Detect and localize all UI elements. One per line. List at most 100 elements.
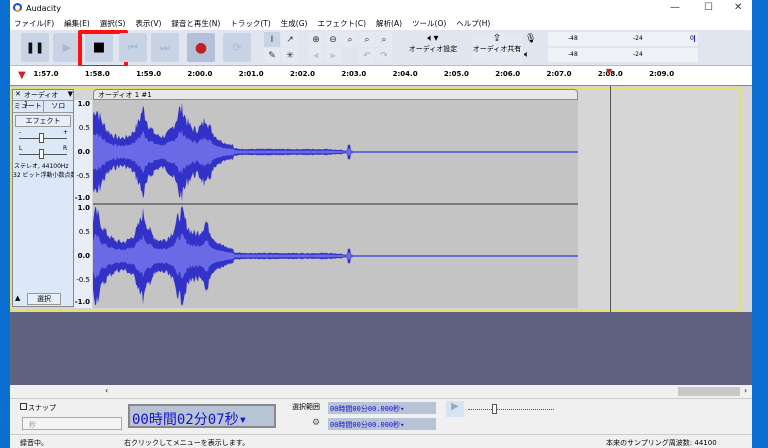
zoom-toggle-button[interactable]: ⌕ — [376, 32, 392, 47]
play-head-icon[interactable]: ▼ — [18, 70, 26, 81]
meter-label: -24 — [633, 35, 643, 42]
microphone-icon[interactable]: 🎙︎ — [525, 34, 536, 44]
solo-button[interactable]: ソロ — [44, 101, 74, 112]
track-format: ステレオ, 44100Hz — [14, 163, 69, 170]
ruler-tick: 2:05.0 — [443, 70, 469, 78]
track-name[interactable]: オーディオ 1 — [24, 90, 65, 108]
selection-range-label: 選択範囲 — [292, 403, 320, 411]
menu-edit[interactable]: 編集(E) — [64, 18, 90, 29]
scroll-left-icon[interactable]: ‹ — [105, 386, 108, 395]
close-track-icon[interactable]: ✕ — [15, 90, 21, 100]
redo-icon: ↷ — [380, 50, 388, 61]
share-audio-label: オーディオ共有 — [472, 45, 522, 53]
ruler-tick: 2:09.0 — [649, 70, 675, 78]
mute-button[interactable]: ミュート — [13, 101, 44, 112]
effects-button[interactable]: エフェクト — [15, 115, 71, 127]
gain-thumb[interactable] — [39, 133, 44, 143]
menu-tracks[interactable]: トラック(T) — [230, 18, 270, 29]
envelope-icon: ↗ — [286, 34, 294, 45]
zoom-in-button[interactable]: ⊕ — [308, 32, 324, 47]
upload-icon: ⇪ — [492, 33, 502, 44]
selection-end-field[interactable]: 00時間00分00.000秒▾ — [328, 418, 436, 430]
meter-label: -24 — [633, 51, 643, 58]
play-at-speed-button[interactable]: ▶ — [446, 401, 464, 417]
redo-button[interactable]: ↷ — [376, 48, 392, 63]
horizontal-scrollbar[interactable]: ‹ › — [10, 385, 752, 398]
scroll-right-icon[interactable]: › — [744, 386, 747, 395]
draw-tool[interactable]: ✎ — [264, 48, 280, 63]
fit-selection-button[interactable]: ⌕ — [342, 32, 358, 47]
gain-slider[interactable]: - + — [13, 129, 73, 145]
scale-label: 0.5 — [78, 228, 90, 236]
play-icon: ▶ — [62, 41, 72, 54]
close-button[interactable]: ✕ — [734, 2, 742, 13]
track-area[interactable]: ✕ オーディオ 1 ▼ ミュート ソロ エフェクト - + LR ステレオ, 44100… — [10, 86, 752, 312]
waveform[interactable] — [93, 100, 578, 308]
audacity-logo-icon — [13, 3, 22, 12]
fit-project-button[interactable]: ⌕ — [359, 32, 375, 47]
i-beam-icon: I — [270, 34, 274, 45]
undo-icon: ↶ — [363, 50, 371, 61]
amplitude-scale-left: 1.0 0.5 0.0 -0.5 -1.0 — [74, 100, 92, 204]
menu-transport[interactable]: 録音と再生(N) — [171, 18, 220, 29]
snap-unit-select[interactable]: 秒 — [22, 417, 122, 430]
menu-help[interactable]: ヘルプ(H) — [456, 18, 490, 29]
trim-icon: ⫷ — [313, 50, 319, 61]
trim-button[interactable]: ⫷ — [308, 48, 324, 63]
time-display[interactable]: 00時間02分07秒▾ — [128, 404, 276, 428]
clip-title[interactable]: オーディオ 1 #1 — [93, 89, 578, 100]
silence-button[interactable]: ⫸ — [325, 48, 341, 63]
menu-file[interactable]: ファイル(F) — [14, 18, 54, 29]
pause-button[interactable]: ❚❚ — [21, 33, 49, 62]
envelope-tool[interactable]: ↗ — [282, 32, 298, 47]
playback-meter[interactable]: -48 -24 — [548, 48, 698, 62]
zoom-out-button[interactable]: ⊖ — [325, 32, 341, 47]
undo-button[interactable]: ↶ — [359, 48, 375, 63]
snap-checkbox[interactable]: スナップ — [20, 403, 56, 413]
silence-icon: ⫸ — [330, 50, 336, 61]
skip-start-button[interactable]: ⏮ — [119, 33, 147, 62]
snap-label: スナップ — [28, 404, 56, 412]
menu-select[interactable]: 選択(S) — [100, 18, 126, 29]
settings-gear-icon[interactable]: ⚙ — [312, 418, 320, 428]
status-bar: 録音中。 右クリックしてメニューを表示します。 本来のサンプリング周波数: 44… — [10, 434, 752, 448]
zoom-toggle-icon: ⌕ — [381, 34, 387, 45]
play-button[interactable]: ▶ — [53, 33, 81, 62]
selection-tool[interactable]: I — [264, 32, 280, 47]
menu-generate[interactable]: 生成(G) — [281, 18, 308, 29]
play-speed-thumb[interactable] — [492, 404, 497, 414]
record-cursor — [610, 86, 611, 312]
menu-view[interactable]: 表示(V) — [135, 18, 161, 29]
selection-start-field[interactable]: 00時間00分00.000秒▾ — [328, 402, 436, 414]
selection-toolbar: スナップ 秒 00時間02分07秒▾ 選択範囲 00時間00分00.000秒▾ … — [10, 398, 752, 434]
menu-effect[interactable]: エフェクト(C) — [317, 18, 366, 29]
pan-thumb[interactable] — [39, 149, 44, 159]
scale-label: -0.5 — [76, 172, 90, 180]
play-speed-slider[interactable] — [468, 409, 554, 410]
collapse-icon[interactable]: ▲ — [15, 294, 20, 302]
loop-button[interactable]: ⟳ — [223, 33, 251, 62]
track-control-panel: ✕ オーディオ 1 ▼ ミュート ソロ エフェクト - + LR ステレオ, 44100… — [12, 89, 77, 307]
select-track-button[interactable]: 選択 — [27, 293, 61, 305]
gain-plus-label: + — [63, 129, 69, 136]
timeline-ruler[interactable]: ▼ 1:57.0 1:58.0 1:59.0 2:00.0 2:01.0 2:02.0 2:… — [10, 66, 752, 86]
pan-slider[interactable]: LR — [13, 145, 73, 161]
track-header[interactable]: ✕ オーディオ 1 ▼ — [13, 90, 73, 108]
zoom-in-icon: ⊕ — [312, 34, 320, 45]
share-audio-button[interactable]: ⇪ オーディオ共有 — [472, 33, 522, 63]
record-button[interactable]: ● — [187, 33, 215, 62]
track-menu-icon[interactable]: ▼ — [68, 90, 73, 100]
minimize-button[interactable]: — — [670, 2, 680, 13]
speaker-meter-icon[interactable]: 🔈︎ — [524, 50, 529, 60]
maximize-button[interactable]: ☐ — [704, 2, 713, 13]
toolbar: ❚❚ ▶ ■ ⏮ ⏭ ● ⟳ I ↗ ✎ ✳ ⊕ ⊖ ⌕ ⌕ ⌕ ⫷ ⫸ ↶ ↷… — [10, 30, 752, 69]
menu-tools[interactable]: ツール(O) — [412, 18, 446, 29]
ruler-tick: 1:57.0 — [33, 70, 59, 78]
menu-analyze[interactable]: 解析(A) — [376, 18, 402, 29]
multi-tool[interactable]: ✳ — [282, 48, 298, 63]
audio-setup-button[interactable]: 🔈︎▾ オーディオ設定 — [408, 33, 458, 63]
empty-track-space[interactable] — [10, 312, 752, 385]
record-meter[interactable]: -48 -24 0 — [548, 32, 698, 46]
skip-end-button[interactable]: ⏭ — [151, 33, 179, 62]
scroll-thumb[interactable] — [678, 387, 740, 396]
